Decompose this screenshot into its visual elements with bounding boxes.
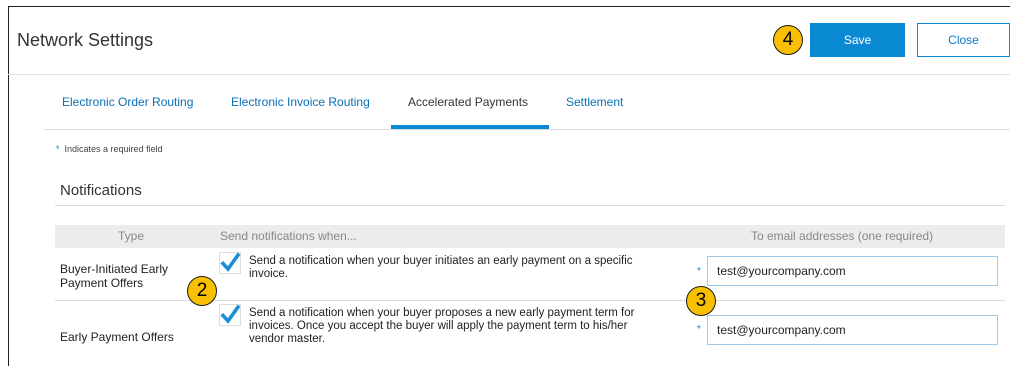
callout-badge-4: 4 [773,25,803,55]
email-field[interactable] [707,256,998,286]
required-note-text: Indicates a required field [64,144,163,154]
tab-accelerated-payments[interactable]: Accelerated Payments [408,95,528,109]
description-line: invoices. Once you accept the buyer will… [249,320,628,332]
row-type-label: Buyer-Initiated Early Payment Offers [60,262,168,290]
tab-electronic-order-routing[interactable]: Electronic Order Routing [62,95,193,109]
required-field-note: * Indicates a required field [56,144,163,154]
header-divider [8,74,1010,75]
row-type-line: Buyer-Initiated Early [60,262,169,276]
description-line: invoice. [249,268,288,280]
description-line: vendor master. [249,333,326,345]
description-line: Send a notification when your buyer init… [249,255,633,267]
column-header-send-when: Send notifications when... [220,229,357,243]
tab-settlement[interactable]: Settlement [566,95,623,109]
notification-description: Send a notification when your buyer prop… [249,307,679,346]
notification-description: Send a notification when your buyer init… [249,255,679,281]
row-type-line: Early Payment Offers [60,330,174,344]
tabs-divider [44,129,1010,130]
required-marker: * [56,144,60,154]
checkmark-icon [220,304,241,324]
save-button[interactable]: Save [810,23,905,57]
callout-badge-3: 3 [686,286,716,316]
checkmark-icon [220,252,241,272]
close-button[interactable]: Close [917,23,1010,57]
required-marker: * [697,266,701,277]
row-type-line: Payment Offers [60,276,144,290]
tab-electronic-invoice-routing[interactable]: Electronic Invoice Routing [231,95,370,109]
notification-checkbox[interactable] [219,304,241,326]
notification-checkbox[interactable] [219,252,241,274]
section-title: Notifications [60,182,142,199]
description-line: Send a notification when your buyer prop… [249,307,635,319]
column-header-type: Type [118,229,145,243]
required-marker: * [697,324,701,335]
callout-badge-2: 2 [187,276,217,306]
page-title: Network Settings [17,30,154,50]
email-field[interactable] [707,315,998,345]
column-header-email: To email addresses (one required) [751,229,934,243]
row-type-label: Early Payment Offers [60,330,174,344]
section-divider [55,205,1005,206]
